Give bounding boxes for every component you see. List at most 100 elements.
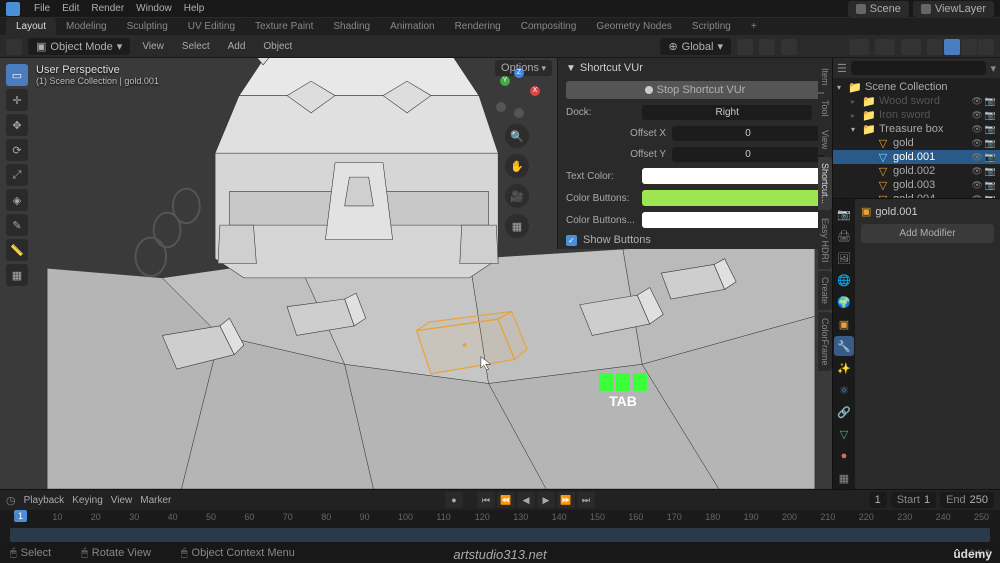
ws-scripting[interactable]: Scripting <box>682 18 741 35</box>
next-key-button[interactable]: ⏩ <box>557 492 575 508</box>
outliner-item[interactable]: ▽gold.001👁📷 <box>833 150 1000 164</box>
proptab-world[interactable]: 🌍 <box>834 292 854 312</box>
tool-measure[interactable]: 📏 <box>6 239 28 261</box>
ntab-easyhdri[interactable]: Easy HDRI <box>818 212 832 269</box>
outliner-item[interactable]: ▽gold👁📷 <box>833 136 1000 150</box>
filter-icon[interactable]: ▾ <box>990 62 996 75</box>
current-frame-field[interactable]: 1 <box>869 492 887 508</box>
header-object[interactable]: Object <box>257 39 298 54</box>
axis-y[interactable]: Y <box>500 76 510 86</box>
jump-end-button[interactable]: ⏭ <box>577 492 595 508</box>
autokey-button[interactable]: ● <box>445 492 463 508</box>
jump-start-button[interactable]: ⏮ <box>477 492 495 508</box>
ntab-item[interactable]: Item <box>818 62 832 92</box>
tool-move[interactable]: ✥ <box>6 114 28 136</box>
axis-z[interactable]: Z <box>514 68 524 78</box>
gizmo-toggle-icon[interactable] <box>875 39 895 55</box>
axis-neg[interactable] <box>496 102 506 112</box>
ntab-view[interactable]: View <box>818 124 832 155</box>
viewlayer-selector[interactable]: ViewLayer <box>913 1 994 17</box>
scene-selector[interactable]: Scene <box>848 1 909 17</box>
ntab-colorframe[interactable]: ColorFrame <box>818 312 832 372</box>
proptab-render[interactable]: 📷 <box>834 204 854 224</box>
ws-modeling[interactable]: Modeling <box>56 18 117 35</box>
ws-layout[interactable]: Layout <box>6 18 56 35</box>
panel-title[interactable]: ▼ Shortcut VUr <box>558 58 832 78</box>
prev-key-button[interactable]: ⏪ <box>497 492 515 508</box>
shading-wireframe-icon[interactable] <box>927 39 943 55</box>
shading-matprev-icon[interactable] <box>961 39 977 55</box>
end-frame-field[interactable]: End250 <box>940 492 994 508</box>
ws-add[interactable]: + <box>741 18 767 35</box>
proptab-viewlayer[interactable]: 🖼 <box>834 248 854 268</box>
offsetx-field[interactable]: 0 <box>672 126 824 141</box>
ws-uvediting[interactable]: UV Editing <box>178 18 245 35</box>
proptab-constraints[interactable]: 🔗 <box>834 402 854 422</box>
proptab-texture[interactable]: ▦ <box>834 468 854 488</box>
mode-dropdown[interactable]: ▣Object Mode▾ <box>28 38 130 55</box>
tl-playback[interactable]: Playback <box>24 495 65 506</box>
outliner-item[interactable]: ▽gold.002👁📷 <box>833 164 1000 178</box>
tool-rotate[interactable]: ⟳ <box>6 139 28 161</box>
snap-icon[interactable] <box>759 39 775 55</box>
ws-sculpting[interactable]: Sculpting <box>117 18 178 35</box>
proptab-particles[interactable]: ✨ <box>834 358 854 378</box>
shading-rendered-icon[interactable] <box>978 39 994 55</box>
colorbtn2-swatch[interactable] <box>642 212 824 228</box>
outliner-item[interactable]: ▸📁Wood sword👁📷 <box>833 94 1000 108</box>
timeline-range[interactable] <box>10 528 990 542</box>
zoom-icon[interactable]: 🔍 <box>505 124 529 148</box>
proptab-scene[interactable]: 🌐 <box>834 270 854 290</box>
proptab-object[interactable]: ▣ <box>834 314 854 334</box>
camera-view-icon[interactable]: 🎥 <box>505 184 529 208</box>
ntab-shortcut[interactable]: Shortcut... <box>818 157 832 210</box>
proptab-data[interactable]: ▽ <box>834 424 854 444</box>
proptab-material[interactable]: ● <box>834 446 854 466</box>
xray-icon[interactable] <box>901 39 921 55</box>
orientation-dropdown[interactable]: ⊕Global▾ <box>660 38 731 55</box>
editor-type-icon[interactable] <box>6 39 22 55</box>
outliner-item[interactable]: ▽gold.004👁📷 <box>833 192 1000 199</box>
tool-transform[interactable]: ◈ <box>6 189 28 211</box>
ws-shading[interactable]: Shading <box>323 18 380 35</box>
proptab-output[interactable]: 🖨 <box>834 226 854 246</box>
colorbtn-swatch[interactable] <box>642 190 824 206</box>
dock-field[interactable]: Right <box>642 105 812 120</box>
ntab-tool[interactable]: Tool <box>818 94 832 123</box>
persp-ortho-icon[interactable]: ▦ <box>505 214 529 238</box>
menu-edit[interactable]: Edit <box>56 3 85 14</box>
outliner-search[interactable] <box>851 61 987 75</box>
tool-scale[interactable]: ⤢ <box>6 164 28 186</box>
show-buttons-checkbox[interactable]: ✓ <box>566 235 577 246</box>
add-modifier-button[interactable]: Add Modifier <box>861 224 994 243</box>
pan-icon[interactable]: ✋ <box>505 154 529 178</box>
tl-marker[interactable]: Marker <box>140 495 171 506</box>
tool-addcube[interactable]: ▦ <box>6 264 28 286</box>
proptab-physics[interactable]: ⚛ <box>834 380 854 400</box>
shading-solid-icon[interactable] <box>944 39 960 55</box>
outliner-collection[interactable]: ▾📁Scene Collection <box>833 80 1000 94</box>
menu-render[interactable]: Render <box>85 3 130 14</box>
tl-view[interactable]: View <box>111 495 133 506</box>
tl-keying[interactable]: Keying <box>72 495 103 506</box>
timeline-ruler[interactable]: 1 01020304050607080901001101201301401501… <box>0 510 1000 528</box>
ws-geonodes[interactable]: Geometry Nodes <box>586 18 682 35</box>
menu-file[interactable]: File <box>28 3 56 14</box>
header-select[interactable]: Select <box>176 39 216 54</box>
start-frame-field[interactable]: Start1 <box>891 492 936 508</box>
ws-texturepaint[interactable]: Texture Paint <box>245 18 323 35</box>
outliner-editor-icon[interactable]: ☰ <box>837 62 847 75</box>
outliner-item[interactable]: ▽gold.003👁📷 <box>833 178 1000 192</box>
blender-logo[interactable] <box>6 2 20 16</box>
tool-cursor[interactable]: ✛ <box>6 89 28 111</box>
ws-compositing[interactable]: Compositing <box>511 18 587 35</box>
header-add[interactable]: Add <box>222 39 252 54</box>
timeline-editor-icon[interactable]: ◷ <box>6 494 16 507</box>
stop-shortcut-button[interactable]: Stop Shortcut VUr <box>566 81 824 99</box>
overlay-toggle-icon[interactable] <box>849 39 869 55</box>
textcolor-swatch[interactable] <box>642 168 824 184</box>
menu-help[interactable]: Help <box>178 3 211 14</box>
axis-neg2[interactable] <box>514 108 524 118</box>
play-rev-button[interactable]: ◀ <box>517 492 535 508</box>
tool-select-box[interactable]: ▭ <box>6 64 28 86</box>
